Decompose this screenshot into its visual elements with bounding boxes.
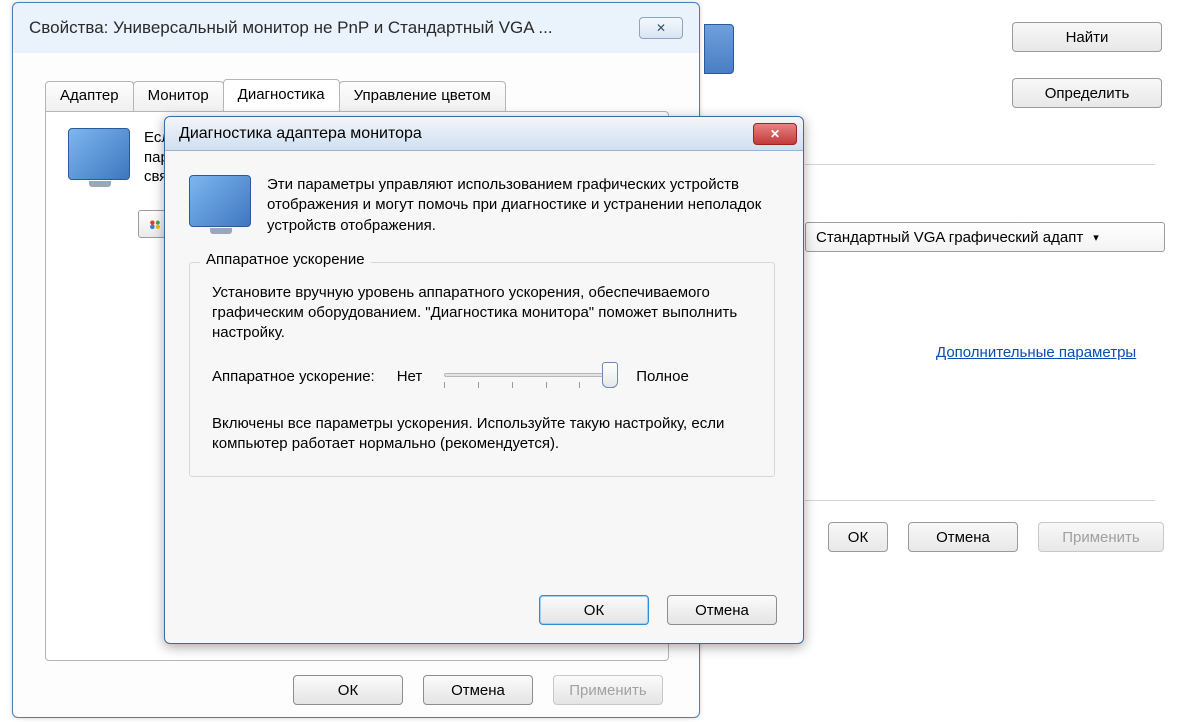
properties-ok-button[interactable]: ОК [293,675,403,705]
find-button[interactable]: Найти [1012,22,1162,52]
slider-track [444,373,614,377]
group-description-1: Установите вручную уровень аппаратного у… [212,283,752,344]
bg-cancel-button[interactable]: Отмена [908,522,1018,552]
adapter-dropdown-text: Стандартный VGA графический адапт [816,229,1083,246]
monitor-icon [68,128,130,180]
group-description-2: Включены все параметры ускорения. Исполь… [212,414,752,455]
diagnostics-close-button[interactable]: ✕ [753,123,797,145]
tab-monitor[interactable]: Монитор [133,81,224,111]
adapter-dropdown[interactable]: Стандартный VGA графический адапт ▾ [805,222,1165,252]
tab-strip: Адаптер Монитор Диагностика Управление ц… [45,79,505,109]
advanced-params-link[interactable]: Дополнительные параметры [936,344,1136,361]
tab-diagnostics[interactable]: Диагностика [223,79,340,109]
diagnostics-cancel-button[interactable]: Отмена [667,595,777,625]
diagnostics-dialog: Диагностика адаптера монитора ✕ Эти пара… [164,116,804,644]
bg-ok-button[interactable]: ОК [828,522,888,552]
separator [805,164,1155,165]
slider-thumb[interactable] [602,362,618,388]
monitor-icon [189,175,251,227]
separator [805,500,1155,501]
background-window-fragment [704,24,734,74]
identify-button[interactable]: Определить [1012,78,1162,108]
diagnostics-ok-button[interactable]: ОК [539,595,649,625]
properties-cancel-button[interactable]: Отмена [423,675,533,705]
slider-max-label: Полное [636,368,689,385]
properties-close-button[interactable]: ✕ [639,17,683,39]
slider-min-label: Нет [397,368,423,385]
tab-color-management[interactable]: Управление цветом [339,81,506,111]
diagnostics-intro-text: Эти параметры управляют использованием г… [267,175,775,236]
bg-apply-button[interactable]: Применить [1038,522,1164,552]
windows-logo-icon [147,217,165,231]
close-icon: ✕ [770,127,780,141]
diagnostics-button-row: ОК Отмена [539,595,777,625]
diagnostics-titlebar: Диагностика адаптера монитора ✕ [165,117,803,151]
properties-apply-button[interactable]: Применить [553,675,663,705]
properties-button-row: ОК Отмена Применить [293,675,663,705]
properties-titlebar: Свойства: Универсальный монитор не PnP и… [13,3,699,53]
chevron-down-icon: ▾ [1093,231,1099,244]
diagnostics-title: Диагностика адаптера монитора [179,125,422,143]
properties-title: Свойства: Универсальный монитор не PnP и… [29,18,639,38]
group-legend: Аппаратное ускорение [200,251,371,268]
hardware-acceleration-group: Аппаратное ускорение Установите вручную … [189,262,775,477]
slider-label: Аппаратное ускорение: [212,368,375,385]
slider-ticks [444,382,614,388]
acceleration-slider[interactable] [444,362,614,392]
close-icon: ✕ [656,21,666,35]
acceleration-slider-row: Аппаратное ускорение: Нет Полное [212,362,752,392]
tab-adapter[interactable]: Адаптер [45,81,134,111]
